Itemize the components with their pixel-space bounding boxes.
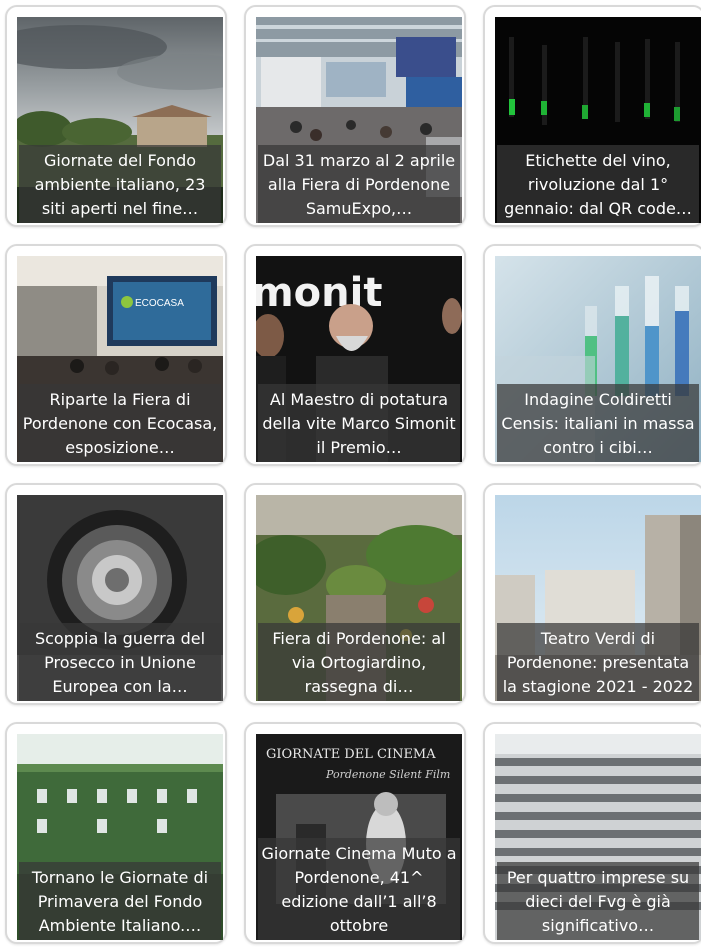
news-thumbnail[interactable]: monit Al Maestro di potatura della vite … [256,256,462,462]
news-card[interactable]: monit Al Maestro di potatura della vite … [244,244,466,466]
screen-logo-text: ECOCASA [135,298,184,309]
news-title[interactable]: Per quattro imprese su dieci del Fvg è g… [497,862,699,940]
news-thumbnail[interactable]: Tornano le Giornate di Primavera del Fon… [17,734,223,940]
news-thumbnail[interactable]: Per quattro imprese su dieci del Fvg è g… [495,734,701,940]
news-title[interactable]: Scoppia la guerra del Prosecco in Unione… [19,623,221,701]
news-card[interactable]: ECOCASA Riparte la Fiera di Pordenone co… [5,244,227,466]
news-thumbnail[interactable]: GIORNATE DEL CINEMA Pordenone Silent Fil… [256,734,462,940]
news-title[interactable]: Riparte la Fiera di Pordenone con Ecocas… [19,384,221,462]
poster-title-text: GIORNATE DEL CINEMA [266,747,436,762]
news-grid: Giornate del Fondo ambiente italiano, 23… [0,0,701,947]
news-thumbnail[interactable]: Teatro Verdi di Pordenone: presentata la… [495,495,701,701]
news-title[interactable]: Tornano le Giornate di Primavera del Fon… [19,862,221,940]
news-thumbnail[interactable]: Fiera di Pordenone: al via Ortogiardino,… [256,495,462,701]
news-thumbnail[interactable]: Scoppia la guerra del Prosecco in Unione… [17,495,223,701]
news-title[interactable]: Al Maestro di potatura della vite Marco … [258,384,460,462]
news-card[interactable]: Teatro Verdi di Pordenone: presentata la… [483,483,701,705]
news-card[interactable]: Giornate del Fondo ambiente italiano, 23… [5,5,227,227]
poster-subtitle-text: Pordenone Silent Film [325,768,450,781]
news-card[interactable]: Fiera di Pordenone: al via Ortogiardino,… [244,483,466,705]
news-title[interactable]: Etichette del vino, rivoluzione dal 1° g… [497,145,699,223]
news-card[interactable]: Per quattro imprese su dieci del Fvg è g… [483,722,701,944]
news-thumbnail[interactable]: ECOCASA Riparte la Fiera di Pordenone co… [17,256,223,462]
news-card[interactable]: Etichette del vino, rivoluzione dal 1° g… [483,5,701,227]
news-card[interactable]: Indagine Coldiretti Censis: italiani in … [483,244,701,466]
news-thumbnail[interactable]: Etichette del vino, rivoluzione dal 1° g… [495,17,701,223]
news-thumbnail[interactable]: Dal 31 marzo al 2 aprile alla Fiera di P… [256,17,462,223]
news-title[interactable]: Giornate del Fondo ambiente italiano, 23… [19,145,221,223]
news-title[interactable]: Dal 31 marzo al 2 aprile alla Fiera di P… [258,145,460,223]
news-title[interactable]: Indagine Coldiretti Censis: italiani in … [497,384,699,462]
news-card[interactable]: Dal 31 marzo al 2 aprile alla Fiera di P… [244,5,466,227]
news-card[interactable]: GIORNATE DEL CINEMA Pordenone Silent Fil… [244,722,466,944]
news-thumbnail[interactable]: Giornate del Fondo ambiente italiano, 23… [17,17,223,223]
news-title[interactable]: Teatro Verdi di Pordenone: presentata la… [497,623,699,701]
news-title[interactable]: Giornate Cinema Muto a Pordenone, 41^ ed… [258,838,460,940]
news-card[interactable]: Tornano le Giornate di Primavera del Fon… [5,722,227,944]
news-title[interactable]: Fiera di Pordenone: al via Ortogiardino,… [258,623,460,701]
news-card[interactable]: Scoppia la guerra del Prosecco in Unione… [5,483,227,705]
news-thumbnail[interactable]: Indagine Coldiretti Censis: italiani in … [495,256,701,462]
